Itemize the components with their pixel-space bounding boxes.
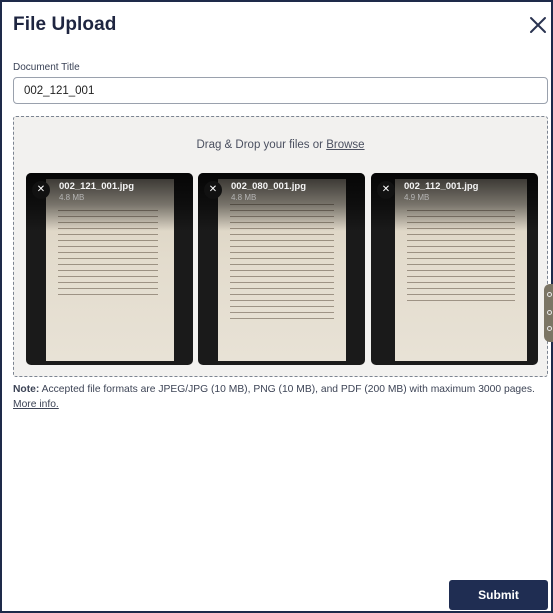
remove-file-button[interactable]: ✕: [377, 181, 395, 199]
close-icon: ✕: [36, 184, 46, 195]
side-panel-tab[interactable]: [544, 284, 553, 342]
file-thumbnail: ✕ 002_121_001.jpg 4.8 MB: [26, 173, 193, 365]
dropzone-instructions: Drag & Drop your files or Browse: [14, 139, 547, 151]
file-thumbnail: ✕ 002_080_001.jpg 4.8 MB: [198, 173, 365, 365]
file-name: 002_080_001.jpg: [231, 181, 307, 192]
browse-link[interactable]: Browse: [326, 139, 364, 151]
document-title-label: Document Title: [13, 62, 80, 73]
close-icon: ✕: [381, 184, 391, 195]
close-button[interactable]: [528, 15, 548, 35]
file-thumbnail: ✕ 002_112_001.jpg 4.9 MB: [371, 173, 538, 365]
file-size: 4.8 MB: [59, 193, 85, 202]
note-label: Note:: [13, 384, 40, 395]
file-dropzone[interactable]: Drag & Drop your files or Browse ✕ 002_1…: [13, 116, 548, 377]
document-title-input[interactable]: [13, 77, 548, 104]
file-size: 4.8 MB: [231, 193, 257, 202]
dropzone-text: Drag & Drop your files or: [196, 139, 327, 151]
file-name: 002_112_001.jpg: [404, 181, 479, 192]
more-info-link[interactable]: More info.: [13, 399, 59, 410]
file-format-note: Note: Accepted file formats are JPEG/JPG…: [13, 382, 543, 412]
dialog-title: File Upload: [13, 14, 117, 35]
file-upload-dialog: File Upload Document Title Drag & Drop y…: [0, 0, 553, 613]
close-icon: [530, 17, 546, 33]
remove-file-button[interactable]: ✕: [32, 181, 50, 199]
close-icon: ✕: [208, 184, 218, 195]
file-size: 4.9 MB: [404, 193, 430, 202]
file-name: 002_121_001.jpg: [59, 181, 135, 192]
submit-button[interactable]: Submit: [449, 580, 548, 610]
remove-file-button[interactable]: ✕: [204, 181, 222, 199]
note-text: Accepted file formats are JPEG/JPG (10 M…: [39, 384, 535, 395]
